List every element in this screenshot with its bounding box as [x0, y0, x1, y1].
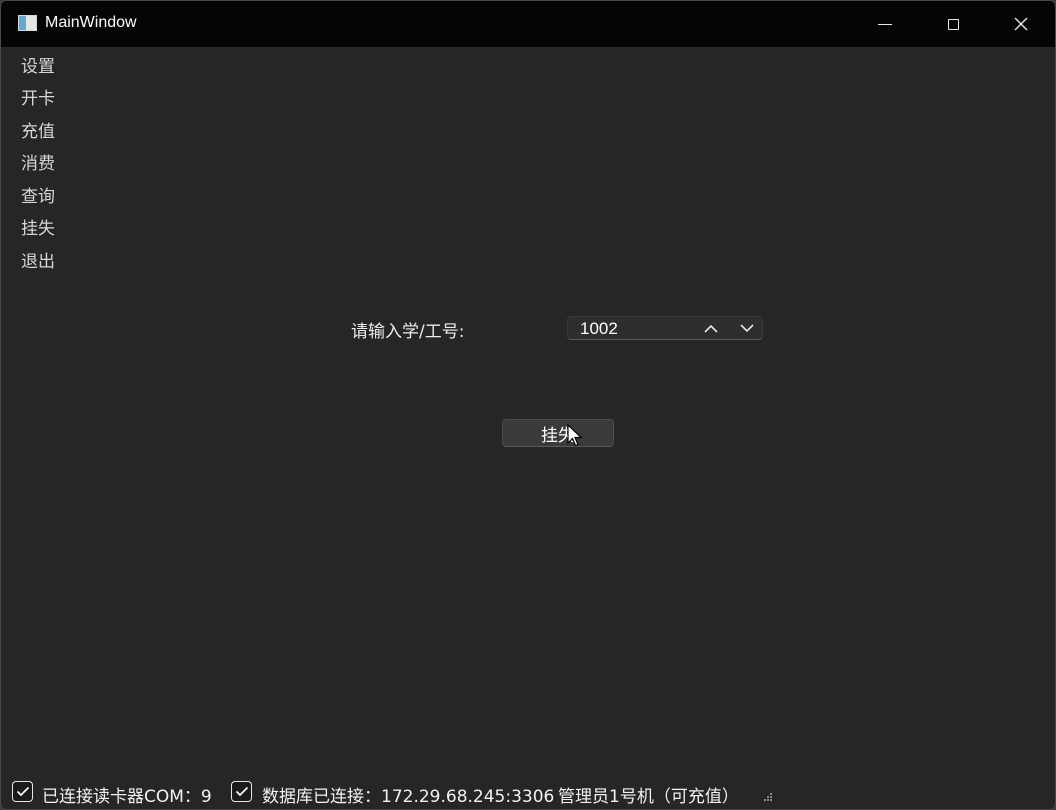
reader-status-text: 已连接读卡器COM：9: [42, 787, 212, 807]
menu-item-settings[interactable]: 设置: [21, 57, 55, 77]
menu-item-exit[interactable]: 退出: [21, 252, 55, 272]
status-bar: 已连接读卡器COM：9 数据库已连接：172.29.68.245:3306 管理…: [1, 777, 1055, 809]
menu-item-report-loss[interactable]: 挂失: [21, 219, 55, 239]
chevron-up-icon: [704, 324, 718, 333]
db-connected-checkbox[interactable]: [231, 781, 252, 802]
spin-up-button[interactable]: [696, 317, 726, 339]
spin-down-button[interactable]: [732, 317, 762, 339]
report-loss-button[interactable]: 挂失: [502, 419, 614, 447]
side-menu: 设置 开卡 充值 消费 查询 挂失 退出: [9, 51, 67, 279]
chevron-down-icon: [740, 323, 754, 332]
id-spinbox-value[interactable]: 1002: [580, 319, 618, 339]
id-spinbox[interactable]: 1002: [567, 316, 763, 340]
maximize-button[interactable]: [919, 1, 987, 47]
resize-grip-icon[interactable]: [764, 793, 772, 801]
menu-item-open-card[interactable]: 开卡: [21, 89, 55, 109]
main-window: MainWindow 设置 开卡 充值 消费 查询 挂失 退出 请输入学/工号:…: [0, 0, 1056, 810]
mouse-cursor-icon: [567, 424, 583, 447]
close-icon: [1014, 17, 1028, 31]
maximize-icon: [947, 18, 959, 30]
checkmark-icon: [235, 786, 248, 797]
close-button[interactable]: [987, 1, 1055, 47]
admin-info-text: 管理员1号机（可充值）: [558, 787, 739, 807]
minimize-icon: [878, 23, 892, 25]
menu-item-query[interactable]: 查询: [21, 187, 55, 207]
db-status-text: 数据库已连接：172.29.68.245:3306: [262, 787, 555, 807]
reader-connected-checkbox[interactable]: [12, 781, 33, 802]
menu-item-recharge[interactable]: 充值: [21, 122, 55, 142]
minimize-button[interactable]: [851, 1, 919, 47]
id-label: 请输入学/工号:: [351, 322, 465, 342]
menu-item-consume[interactable]: 消费: [21, 154, 55, 174]
app-window-icon: [18, 15, 37, 31]
window-title: MainWindow: [45, 14, 137, 31]
title-bar[interactable]: MainWindow: [1, 1, 1055, 47]
checkmark-icon: [16, 786, 29, 797]
